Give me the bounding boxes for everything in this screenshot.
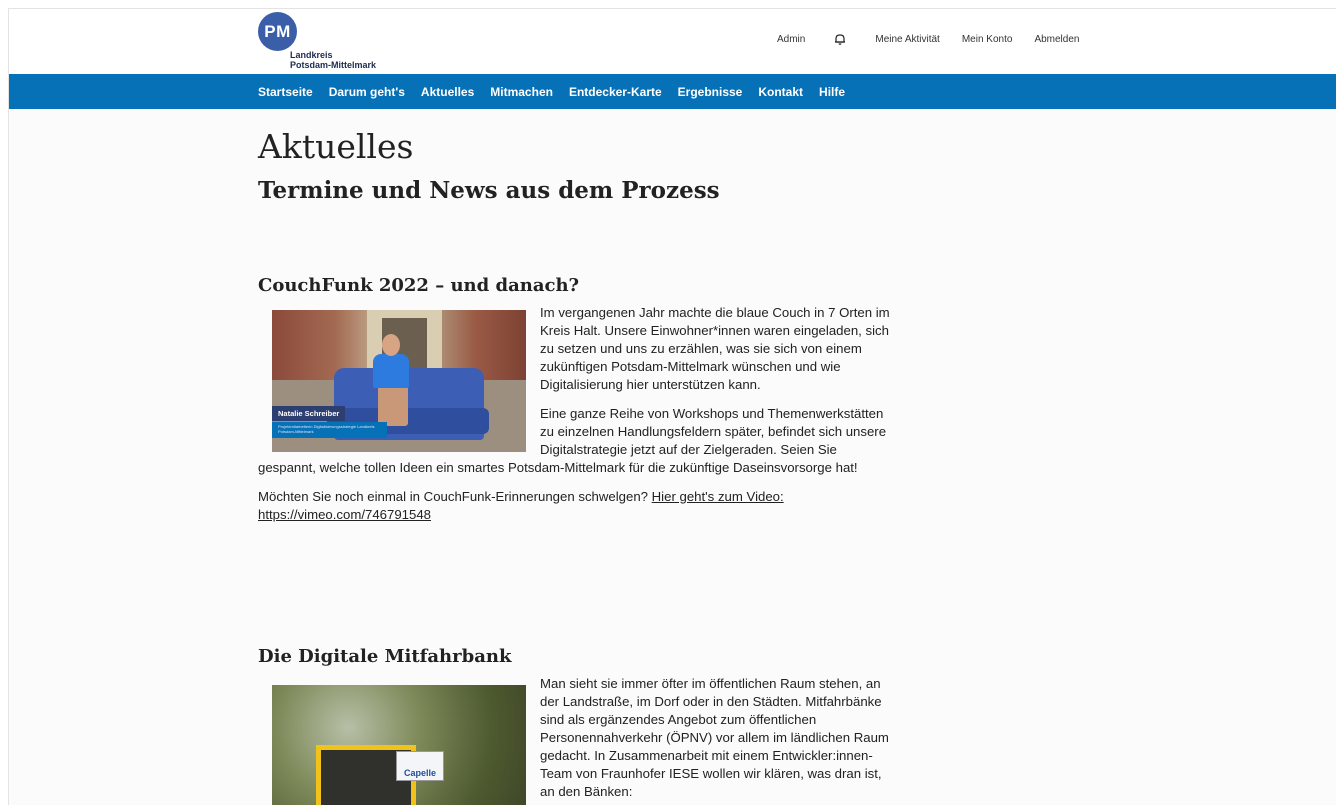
- mitfahrbank-photo: Capelle: [272, 685, 526, 805]
- logo-text-line2: Potsdam-Mittelmark: [290, 60, 377, 70]
- admin-link[interactable]: Admin: [777, 34, 805, 45]
- nav-item-kontakt[interactable]: Kontakt: [758, 85, 803, 99]
- logo-badge: PM: [258, 12, 297, 51]
- user-menu: Admin Meine Aktivität Mein Konto Abmelde…: [777, 31, 1079, 47]
- article-title: Die Digitale Mitfahrbank: [258, 646, 512, 667]
- nav-item-mitmachen[interactable]: Mitmachen: [490, 85, 553, 99]
- page-subtitle: Termine und News aus dem Prozess: [258, 177, 720, 204]
- video-prompt-text: Möchten Sie noch einmal in CouchFunk-Eri…: [258, 489, 652, 504]
- logout-link[interactable]: Abmelden: [1034, 34, 1079, 45]
- nav-item-entdecker-karte[interactable]: Entdecker-Karte: [569, 85, 662, 99]
- nav-item-ergebnisse[interactable]: Ergebnisse: [678, 85, 743, 99]
- logo-text-line1: Landkreis: [290, 50, 333, 60]
- notification-bell-icon[interactable]: [833, 32, 847, 46]
- page-title: Aktuelles: [258, 127, 414, 166]
- article-title: CouchFunk 2022 – und danach?: [258, 275, 580, 296]
- site-logo[interactable]: PM Landkreis Potsdam-Mittelmark: [258, 12, 398, 72]
- bench-sign: Capelle: [396, 751, 444, 781]
- news-article: Die Digitale Mitfahrbank Capelle Man sie…: [258, 646, 898, 805]
- article-paragraph: Möchten Sie noch einmal in CouchFunk-Eri…: [258, 488, 898, 524]
- site-header: PM Landkreis Potsdam-Mittelmark Admin Me…: [9, 9, 1336, 74]
- couch-photo: Natalie Schreiber Projektmitarbeiterin D…: [272, 310, 526, 452]
- my-activity-link[interactable]: Meine Aktivität: [875, 34, 939, 45]
- browser-page: PM Landkreis Potsdam-Mittelmark Admin Me…: [8, 8, 1336, 805]
- nav-item-hilfe[interactable]: Hilfe: [819, 85, 845, 99]
- nav-item-aktuelles[interactable]: Aktuelles: [421, 85, 474, 99]
- news-article: CouchFunk 2022 – und danach? Natalie Sch…: [258, 275, 898, 535]
- nav-item-startseite[interactable]: Startseite: [258, 85, 313, 99]
- main-navigation: Startseite Darum geht's Aktuelles Mitmac…: [9, 74, 1336, 109]
- photo-caption-role: Projektmitarbeiterin Digitalisierungsstr…: [272, 422, 387, 438]
- nav-item-darum-gehts[interactable]: Darum geht's: [329, 85, 405, 99]
- photo-caption-name: Natalie Schreiber: [272, 406, 346, 421]
- my-account-link[interactable]: Mein Konto: [962, 34, 1013, 45]
